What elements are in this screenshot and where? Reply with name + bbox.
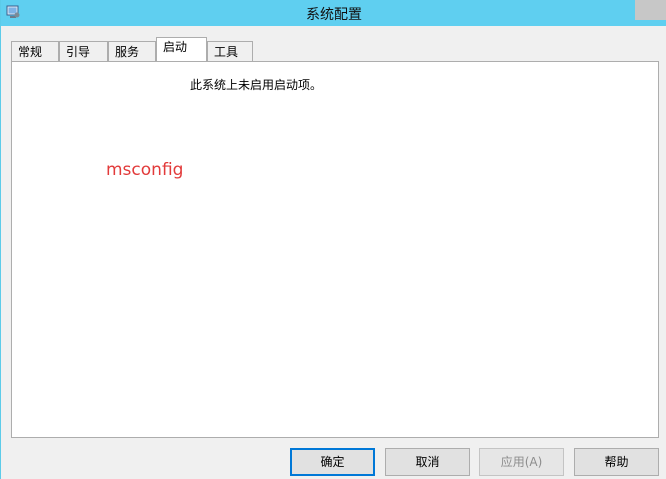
tab-services[interactable]: 服务 <box>108 41 156 61</box>
close-button[interactable] <box>635 0 666 20</box>
startup-status-message: 此系统上未启用启动项。 <box>190 78 323 92</box>
window-title: 系统配置 <box>306 7 362 23</box>
tab-startup[interactable]: 启动 <box>156 37 207 61</box>
msconfig-window: 系统配置 常规 引导 服务 启动 工具 此系统上未启用启动项。 msconfig… <box>0 0 666 479</box>
startup-tab-panel: 此系统上未启用启动项。 msconfig <box>11 61 659 438</box>
tab-general[interactable]: 常规 <box>11 41 59 61</box>
tab-boot[interactable]: 引导 <box>59 41 108 61</box>
title-bar[interactable]: 系统配置 <box>1 0 666 26</box>
ok-button[interactable]: 确定 <box>290 448 375 476</box>
msconfig-annotation: msconfig <box>106 160 184 180</box>
tab-tools[interactable]: 工具 <box>207 41 253 61</box>
cancel-button[interactable]: 取消 <box>385 448 470 476</box>
apply-button[interactable]: 应用(A) <box>479 448 564 476</box>
help-button[interactable]: 帮助 <box>574 448 659 476</box>
